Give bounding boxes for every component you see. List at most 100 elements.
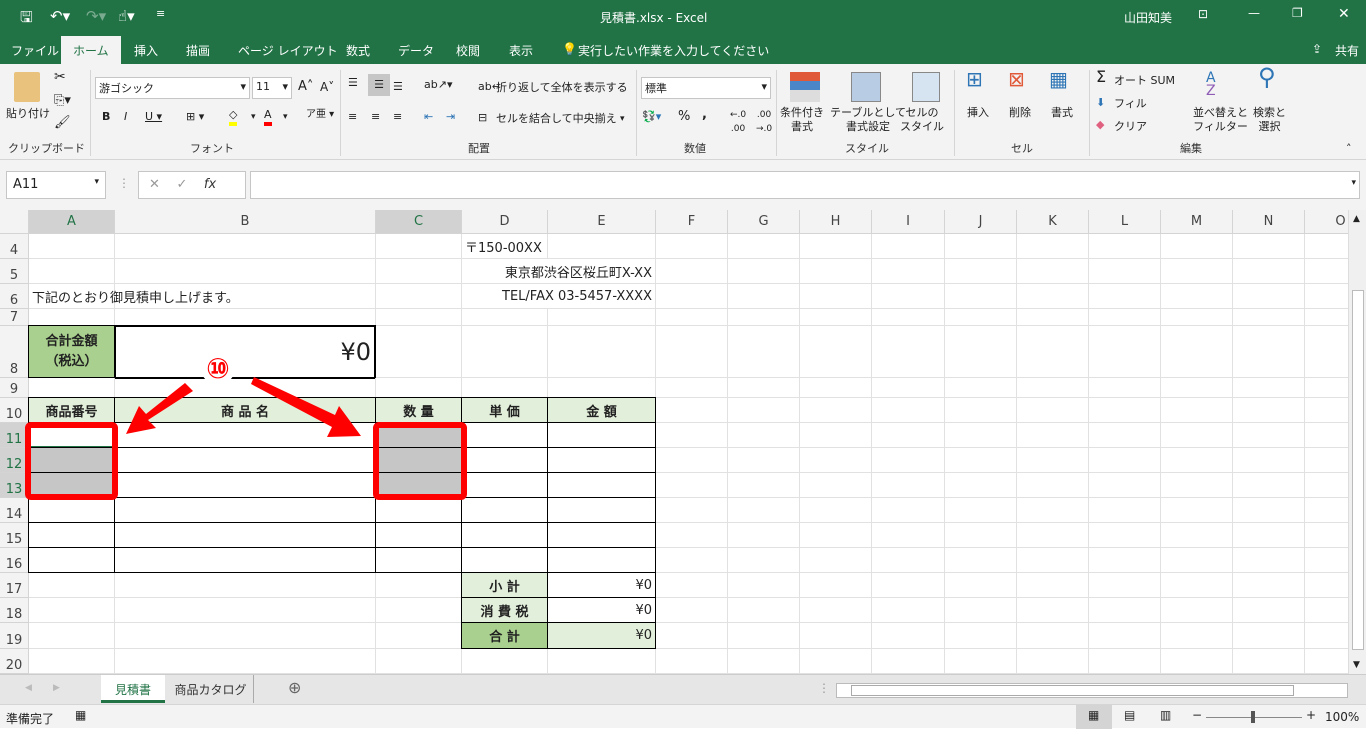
cell-N15[interactable] xyxy=(1233,523,1305,548)
cell-L20[interactable] xyxy=(1089,649,1161,674)
cell-M19[interactable] xyxy=(1161,623,1233,649)
cell-I6[interactable] xyxy=(872,284,945,309)
cell-B11[interactable] xyxy=(114,422,376,448)
cell-O15[interactable] xyxy=(1305,523,1348,548)
cell-I16[interactable] xyxy=(872,548,945,573)
font-color-icon[interactable]: A xyxy=(264,108,272,126)
row-header-19[interactable]: 19 xyxy=(0,623,29,649)
cell-F10[interactable] xyxy=(656,398,728,423)
cell-E19[interactable]: ¥0 xyxy=(547,622,656,649)
wrap-text-button[interactable]: 折り返して全体を表示する xyxy=(496,81,628,95)
cell-M9[interactable] xyxy=(1161,378,1233,398)
cell-H5[interactable] xyxy=(800,259,872,284)
cell-H7[interactable] xyxy=(800,309,872,326)
cell-N12[interactable] xyxy=(1233,448,1305,473)
cell-F18[interactable] xyxy=(656,598,728,623)
cell-N6[interactable] xyxy=(1233,284,1305,309)
cell-G12[interactable] xyxy=(728,448,800,473)
cell-B19[interactable] xyxy=(115,623,376,649)
cell-B15[interactable] xyxy=(114,522,376,548)
cell-G7[interactable] xyxy=(728,309,800,326)
cell-K14[interactable] xyxy=(1017,498,1089,523)
cell-K16[interactable] xyxy=(1017,548,1089,573)
cell-G10[interactable] xyxy=(728,398,800,423)
cell-C14[interactable] xyxy=(375,497,462,523)
cell-H14[interactable] xyxy=(800,498,872,523)
cell-I8[interactable] xyxy=(872,326,945,378)
cell-M18[interactable] xyxy=(1161,598,1233,623)
cell-K19[interactable] xyxy=(1017,623,1089,649)
align-right-icon[interactable]: ≡ xyxy=(393,110,402,124)
cell-E16[interactable] xyxy=(547,547,656,573)
scroll-down-icon[interactable]: ▼ xyxy=(1353,660,1360,670)
cell-D15[interactable] xyxy=(461,522,548,548)
copy-icon[interactable]: ⎘▾ xyxy=(54,94,71,108)
cell-F19[interactable] xyxy=(656,623,728,649)
column-header-K[interactable]: K xyxy=(1017,210,1089,234)
row-header-18[interactable]: 18 xyxy=(0,598,29,623)
tab-view[interactable]: 表示 xyxy=(509,42,533,59)
cell-A18[interactable] xyxy=(29,598,115,623)
column-header-N[interactable]: N xyxy=(1233,210,1305,234)
cell-A4[interactable] xyxy=(29,234,115,259)
column-header-H[interactable]: H xyxy=(800,210,872,234)
cell-H8[interactable] xyxy=(800,326,872,378)
cell-L6[interactable] xyxy=(1089,284,1161,309)
add-sheet-icon[interactable]: ⊕ xyxy=(288,678,301,697)
cell-A20[interactable] xyxy=(29,649,115,674)
undo-icon[interactable]: ↶▾ xyxy=(50,7,70,25)
cell-M10[interactable] xyxy=(1161,398,1233,423)
customize-qat-icon[interactable]: ≡ xyxy=(156,7,165,20)
cell-E15[interactable] xyxy=(547,522,656,548)
cell-H16[interactable] xyxy=(800,548,872,573)
cell-C9[interactable] xyxy=(376,378,462,398)
cell-M6[interactable] xyxy=(1161,284,1233,309)
row-header-11[interactable]: 11 xyxy=(0,423,29,448)
cell-F14[interactable] xyxy=(656,498,728,523)
formula-input[interactable]: ▾ xyxy=(250,171,1360,199)
cell-M15[interactable] xyxy=(1161,523,1233,548)
cell-D6[interactable]: TEL/FAX 03-5457-XXXX xyxy=(462,284,656,309)
cell-C12[interactable] xyxy=(375,447,462,473)
cell-I18[interactable] xyxy=(872,598,945,623)
cell-I12[interactable] xyxy=(872,448,945,473)
increase-font-icon[interactable]: A˄ xyxy=(298,80,313,94)
cell-O16[interactable] xyxy=(1305,548,1348,573)
cell-O11[interactable] xyxy=(1305,423,1348,448)
split-handle-icon[interactable]: ⋮ xyxy=(818,681,830,695)
cell-M8[interactable] xyxy=(1161,326,1233,378)
cell-B16[interactable] xyxy=(114,547,376,573)
cell-C19[interactable] xyxy=(376,623,462,649)
cell-E8[interactable] xyxy=(548,326,656,378)
column-header-O[interactable]: O xyxy=(1305,210,1348,234)
cell-M14[interactable] xyxy=(1161,498,1233,523)
tab-home[interactable]: ホーム xyxy=(61,36,121,64)
cell-M13[interactable] xyxy=(1161,473,1233,498)
cell-E17[interactable]: ¥0 xyxy=(547,572,656,598)
accounting-format-icon[interactable]: 💱▾ xyxy=(642,110,661,124)
cell-I19[interactable] xyxy=(872,623,945,649)
cell-A19[interactable] xyxy=(29,623,115,649)
align-center-icon[interactable]: ≡ xyxy=(371,110,380,124)
user-name[interactable]: 山田知美 xyxy=(1124,9,1172,26)
cell-I17[interactable] xyxy=(872,573,945,598)
cell-F9[interactable] xyxy=(656,378,728,398)
cell-D18[interactable]: 消 費 税 xyxy=(461,597,548,623)
cell-M7[interactable] xyxy=(1161,309,1233,326)
ribbon-display-icon[interactable]: ⊡ xyxy=(1198,7,1208,21)
autosum-button[interactable]: オート SUM xyxy=(1114,74,1175,88)
column-header-J[interactable]: J xyxy=(945,210,1017,234)
align-middle-icon[interactable]: ☰ xyxy=(368,74,390,96)
cell-G18[interactable] xyxy=(728,598,800,623)
cell-G20[interactable] xyxy=(728,649,800,674)
cell-F15[interactable] xyxy=(656,523,728,548)
cell-H9[interactable] xyxy=(800,378,872,398)
cell-H17[interactable] xyxy=(800,573,872,598)
font-size-select[interactable]: 11 ▾ xyxy=(252,77,292,99)
normal-view-button[interactable]: ▦ xyxy=(1076,705,1112,729)
cell-K10[interactable] xyxy=(1017,398,1089,423)
cell-D17[interactable]: 小 計 xyxy=(461,572,548,598)
decrease-decimal-icon[interactable]: .00 →.0 xyxy=(756,108,772,136)
cell-L15[interactable] xyxy=(1089,523,1161,548)
cell-J4[interactable] xyxy=(945,234,1017,259)
